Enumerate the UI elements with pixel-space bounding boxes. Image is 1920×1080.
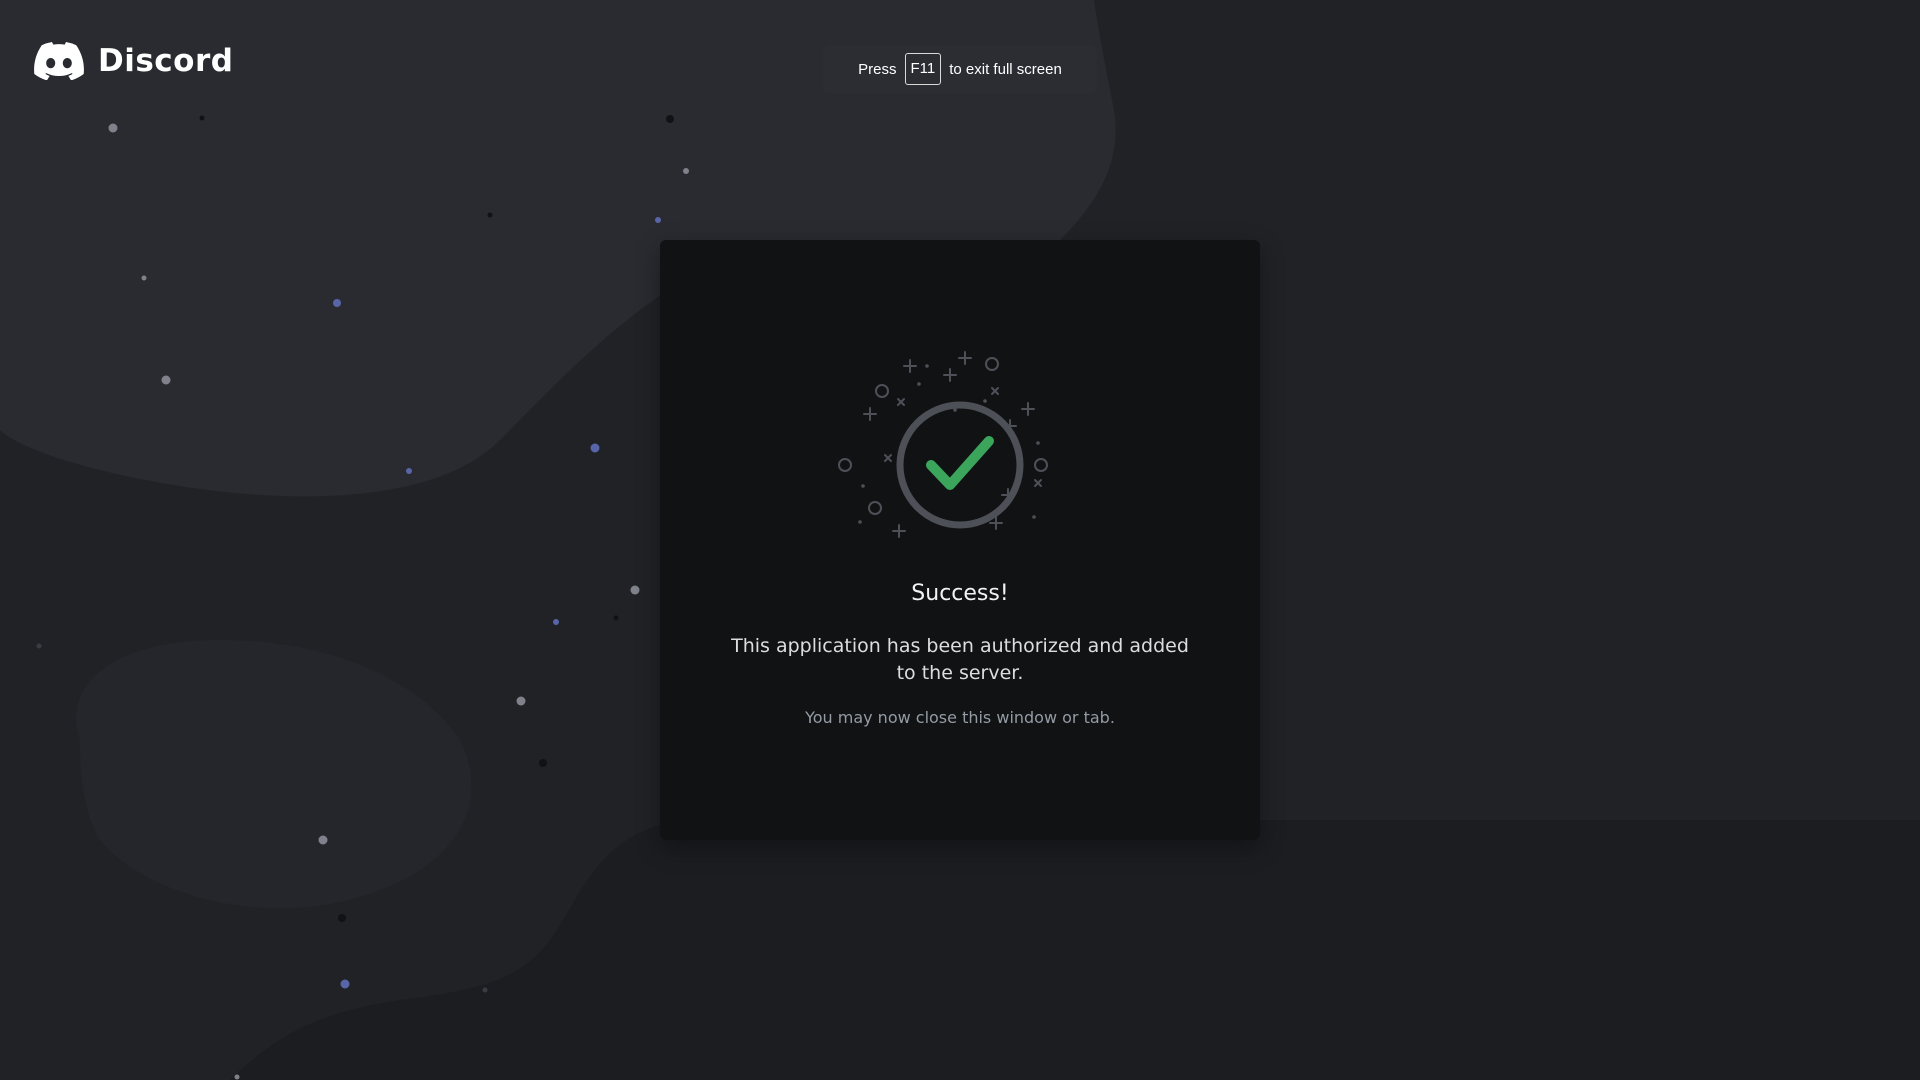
star: [516, 696, 526, 706]
fullscreen-hint-prefix: Press: [858, 60, 897, 78]
checkmark-ring: [896, 401, 1024, 529]
fullscreen-hint-key: F11: [904, 53, 942, 85]
star: [338, 914, 346, 922]
star: [539, 759, 547, 767]
star: [340, 979, 350, 989]
brand-name: Discord: [98, 43, 234, 79]
success-checkmark-icon: [838, 351, 1048, 538]
star: [655, 217, 661, 223]
star: [36, 643, 42, 649]
fullscreen-hint-suffix: to exit full screen: [949, 60, 1062, 78]
star: [683, 168, 689, 174]
star: [590, 443, 600, 453]
star: [553, 619, 559, 625]
fullscreen-hint: Press F11 to exit full screen: [823, 45, 1097, 93]
star: [630, 585, 640, 595]
star: [318, 835, 328, 845]
star: [406, 468, 412, 474]
star: [613, 615, 619, 621]
dialog-message: This application has been authorized and…: [731, 635, 1189, 684]
star: [234, 1074, 240, 1080]
discord-logo[interactable]: Discord: [34, 42, 233, 80]
star: [333, 299, 341, 307]
star: [141, 275, 147, 281]
star: [666, 115, 674, 123]
dialog-title: Success!: [911, 581, 1009, 606]
star: [482, 987, 488, 993]
discord-logo-icon: [34, 42, 84, 80]
background-blob-bottom: [230, 820, 1920, 1080]
authorization-success-card: Success! This application has been autho…: [660, 240, 1260, 840]
star: [108, 123, 118, 133]
star: [487, 212, 493, 218]
dialog-note: You may now close this window or tab.: [805, 708, 1115, 727]
background-blob-left: [76, 640, 472, 909]
checkmark: [926, 436, 994, 490]
star: [161, 375, 171, 385]
star: [199, 115, 205, 121]
